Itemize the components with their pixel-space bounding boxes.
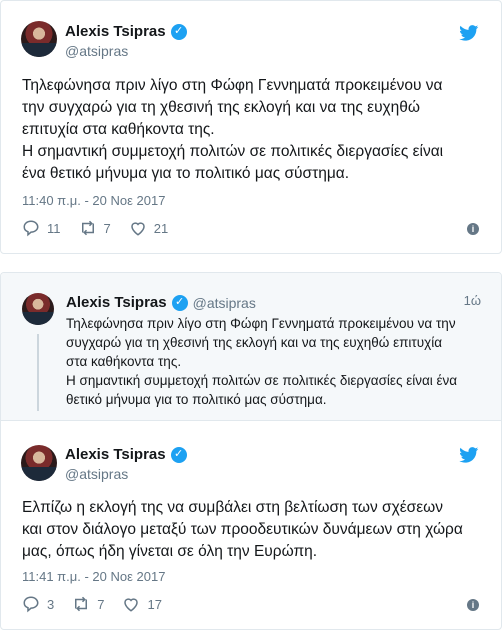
twitter-bird-icon[interactable]: [459, 25, 479, 41]
tweet-actions: 3 7 17: [22, 595, 162, 613]
parent-author-name[interactable]: Alexis Tsipras: [66, 294, 167, 311]
verified-icon: ✓: [170, 446, 187, 463]
reply-button[interactable]: 3: [22, 595, 54, 613]
retweet-count: 7: [103, 220, 111, 236]
reply-count: 3: [47, 596, 55, 612]
twitter-bird-icon[interactable]: [459, 447, 479, 463]
retweet-count: 7: [97, 596, 105, 612]
like-count: 21: [153, 220, 169, 236]
author-handle[interactable]: @atsipras: [65, 43, 128, 59]
tweet-text: Ελπίζω η εκλογή της να συμβάλει στη βελτ…: [22, 499, 463, 560]
tweet-actions: 11 7 21: [22, 219, 168, 237]
parent-tweet[interactable]: Alexis Tsipras ✓ @atsipras 1ώ Τηλεφώνησα…: [1, 273, 501, 421]
avatar[interactable]: [21, 445, 57, 481]
like-button[interactable]: 21: [129, 219, 168, 237]
reply-count: 11: [47, 220, 61, 236]
thread-line: [37, 334, 39, 411]
timestamp[interactable]: 11:41 π.μ. - 20 Νοε 2017: [22, 569, 165, 584]
retweet-icon: [81, 220, 94, 236]
author-handle[interactable]: @atsipras: [65, 466, 128, 482]
parent-time-ago[interactable]: 1ώ: [464, 293, 481, 308]
reply-icon: [23, 220, 39, 237]
tweet-text: Τηλεφώνησα πριν λίγο στη Φώφη Γεννηματά …: [22, 77, 444, 182]
like-icon: [130, 222, 145, 236]
info-icon[interactable]: i: [467, 599, 479, 611]
avatar[interactable]: [21, 21, 57, 57]
tweet-card-2: Alexis Tsipras ✓ @atsipras 1ώ Τηλεφώνησα…: [0, 272, 502, 630]
author-row: Alexis Tsipras ✓: [65, 23, 187, 40]
info-icon[interactable]: i: [467, 223, 479, 235]
reply-icon: [23, 596, 39, 613]
like-icon: [124, 598, 139, 612]
like-count: 17: [147, 596, 162, 612]
parent-author-row: Alexis Tsipras ✓ @atsipras: [66, 294, 256, 311]
verified-icon: ✓: [170, 23, 187, 40]
parent-tweet-text: Τηλεφώνησα πριν λίγο στη Φώφη Γεννηματά …: [66, 316, 458, 407]
reply-button[interactable]: 11: [22, 219, 61, 237]
verified-icon: ✓: [171, 294, 188, 311]
parent-avatar[interactable]: [22, 293, 54, 325]
author-name[interactable]: Alexis Tsipras: [65, 446, 166, 463]
author-row: Alexis Tsipras ✓: [65, 446, 187, 463]
retweet-icon: [75, 596, 88, 612]
author-name[interactable]: Alexis Tsipras: [65, 23, 166, 40]
retweet-button[interactable]: 7: [79, 219, 111, 237]
tweet-card-1: Alexis Tsipras ✓ @atsipras Τηλεφώνησα πρ…: [0, 0, 502, 254]
retweet-button[interactable]: 7: [72, 595, 104, 613]
timestamp[interactable]: 11:40 π.μ. - 20 Νοε 2017: [22, 193, 165, 208]
like-button[interactable]: 17: [122, 595, 162, 613]
parent-author-handle[interactable]: @atsipras: [193, 295, 256, 311]
